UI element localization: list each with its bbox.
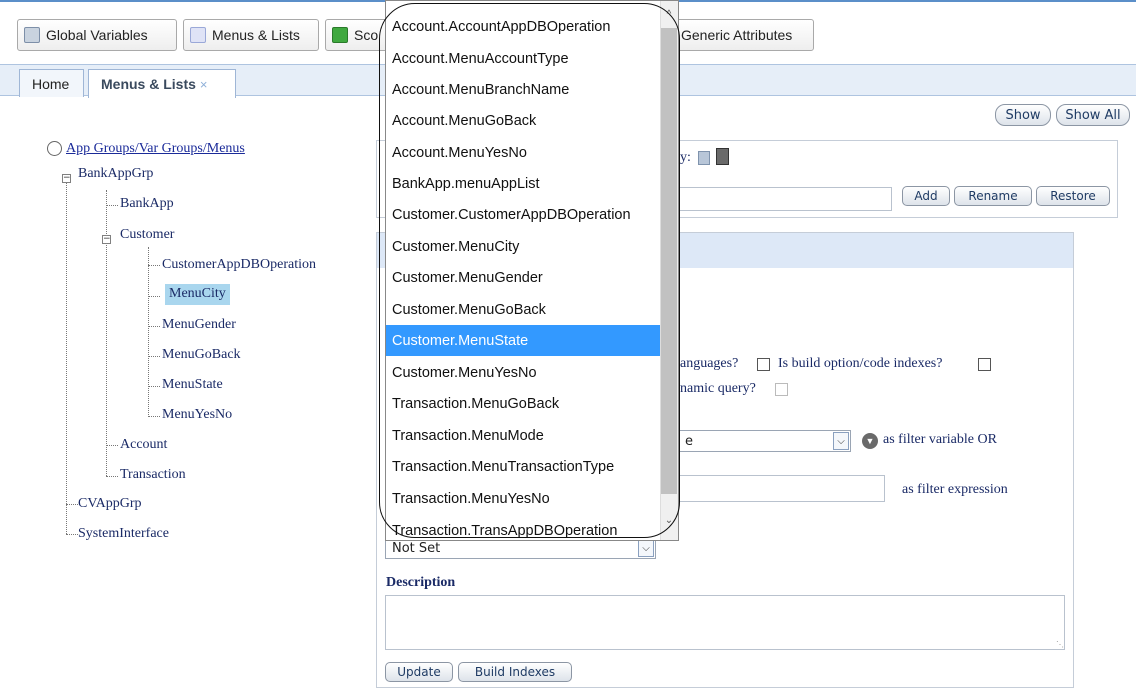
build-option-checkbox[interactable]	[978, 358, 991, 371]
menus-lists-button[interactable]: Menus & Lists	[183, 19, 319, 51]
dropdown-option[interactable]: Account.MenuGoBack	[386, 105, 661, 136]
copy-icon[interactable]	[698, 151, 710, 165]
scopes-label: Sco	[354, 27, 379, 43]
tree-connector	[66, 178, 67, 534]
dropdown-option[interactable]: Account.AccountAppDBOperation	[386, 11, 661, 42]
tree-connector	[148, 386, 160, 387]
show-button[interactable]: Show	[995, 104, 1051, 126]
not-set-value: Not Set	[392, 540, 441, 556]
menus-lists-label: Menus & Lists	[212, 27, 300, 43]
tab-menus-lists[interactable]: Menus & Lists ×	[88, 69, 236, 98]
languages-label: anguages?	[680, 356, 739, 371]
dropdown-option[interactable]: Customer.MenuGender	[386, 262, 661, 293]
scroll-down-icon[interactable]: ⌄	[661, 514, 677, 528]
dropdown-option[interactable]: Customer.MenuGoBack	[386, 294, 661, 325]
scopes-icon	[332, 27, 348, 43]
paste-icon[interactable]	[716, 148, 729, 165]
dropdown-option[interactable]: Customer.MenuCity	[386, 231, 661, 262]
dropdown-option[interactable]: Account.MenuAccountType	[386, 43, 661, 74]
tree-node-transaction[interactable]: Transaction	[120, 467, 186, 483]
tree-connector	[106, 476, 118, 477]
tree-node-menugender[interactable]: MenuGender	[162, 317, 236, 333]
scroll-up-icon[interactable]: ^	[661, 8, 677, 22]
dropdown-scrollbar-thumb[interactable]	[661, 28, 677, 494]
dynamic-query-label: namic query?	[680, 381, 756, 396]
collapse-icon[interactable]: −	[102, 235, 111, 244]
tree-connector	[66, 504, 78, 505]
dropdown-option[interactable]: Transaction.MenuMode	[386, 420, 661, 451]
menus-lists-icon	[190, 27, 206, 43]
languages-checkbox[interactable]	[757, 358, 770, 371]
global-variables-button[interactable]: Global Variables	[17, 19, 177, 51]
dropdown-option[interactable]: Account.MenuYesNo	[386, 137, 661, 168]
tree-node-menucity[interactable]: MenuCity	[165, 284, 230, 305]
dropdown-option[interactable]: BankApp.menuAppList	[386, 168, 661, 199]
description-textarea[interactable]	[385, 595, 1065, 650]
update-button[interactable]: Update	[385, 662, 453, 682]
tree-connector	[148, 265, 160, 266]
dropdown-option[interactable]: Transaction.MenuTransactionType	[386, 451, 661, 482]
tab-home-label: Home	[32, 75, 70, 92]
tree-node-account[interactable]: Account	[120, 437, 167, 453]
dynamic-query-checkbox	[775, 383, 788, 396]
tree-connector	[66, 534, 78, 535]
filter-variable-icon[interactable]: ▼	[862, 433, 878, 449]
filter-expression-label: as filter expression	[902, 482, 1008, 497]
tree-connector	[148, 326, 160, 327]
add-button[interactable]: Add	[902, 186, 950, 206]
dropdown-option[interactable]: Account.MenuBranchName	[386, 74, 661, 105]
tree-node-customerappdboperation[interactable]: CustomerAppDBOperation	[162, 257, 316, 273]
tree-node-menugoback[interactable]: MenuGoBack	[162, 347, 241, 363]
generic-attributes-button[interactable]: Generic Attributes	[660, 19, 814, 51]
dropdown-option-selected[interactable]: Customer.MenuState	[386, 325, 661, 356]
description-label: Description	[386, 575, 456, 590]
tree-root-link[interactable]: App Groups/Var Groups/Menus	[66, 141, 245, 157]
global-variables-label: Global Variables	[46, 27, 148, 43]
tree-node-menustate[interactable]: MenuState	[162, 377, 223, 393]
filter-variable-label: as filter variable OR	[883, 432, 997, 447]
generic-attributes-label: Generic Attributes	[681, 27, 793, 43]
collapse-icon[interactable]: −	[62, 174, 71, 183]
refresh-icon[interactable]	[47, 141, 62, 156]
rename-button[interactable]: Rename	[954, 186, 1032, 206]
menu-dropdown-list[interactable]: Account.AccountAppDBOperation Account.Me…	[385, 0, 679, 541]
close-tab-icon[interactable]: ×	[200, 77, 208, 92]
dropdown-option[interactable]: Transaction.MenuYesNo	[386, 483, 661, 514]
resize-handle-icon[interactable]: ⋱	[1056, 640, 1064, 649]
tree-connector	[148, 247, 149, 415]
filter-variable-value: e	[685, 433, 693, 449]
dropdown-option[interactable]: Customer.MenuYesNo	[386, 357, 661, 388]
tree-node-systeminterface[interactable]: SystemInterface	[78, 526, 169, 542]
tab-menus-lists-label: Menus & Lists	[101, 76, 196, 92]
tree-connector	[106, 205, 118, 206]
build-option-label: Is build option/code indexes?	[778, 356, 943, 371]
tree-connector	[148, 416, 160, 417]
dropdown-option[interactable]: Transaction.TransAppDBOperation	[386, 515, 661, 540]
show-all-button[interactable]: Show All	[1056, 104, 1130, 126]
tree-connector	[148, 296, 160, 297]
tree-node-bankapp[interactable]: BankApp	[120, 196, 174, 212]
restore-button[interactable]: Restore	[1036, 186, 1110, 206]
dropdown-option[interactable]: Transaction.MenuGoBack	[386, 388, 661, 419]
tab-home[interactable]: Home	[19, 69, 84, 97]
tree-connector	[106, 445, 118, 446]
tree-node-bankappgrp[interactable]: BankAppGrp	[78, 166, 153, 182]
global-variables-icon	[24, 27, 40, 43]
dropdown-option[interactable]: Customer.CustomerAppDBOperation	[386, 199, 661, 230]
tree-connector	[148, 356, 160, 357]
chevron-down-icon: ⌵	[638, 539, 654, 557]
filter-variable-select[interactable]: e ⌵	[678, 430, 851, 452]
build-indexes-button[interactable]: Build Indexes	[458, 662, 572, 682]
tree-connector	[106, 190, 107, 476]
tree-node-customer[interactable]: Customer	[120, 227, 174, 243]
copy-label: y:	[680, 150, 691, 165]
tree-node-menuyesno[interactable]: MenuYesNo	[162, 407, 232, 423]
chevron-down-icon: ⌵	[833, 432, 849, 450]
menu-name-input[interactable]	[678, 187, 892, 211]
filter-expression-input[interactable]	[678, 475, 885, 502]
tree-node-cvappgrp[interactable]: CVAppGrp	[78, 496, 142, 512]
